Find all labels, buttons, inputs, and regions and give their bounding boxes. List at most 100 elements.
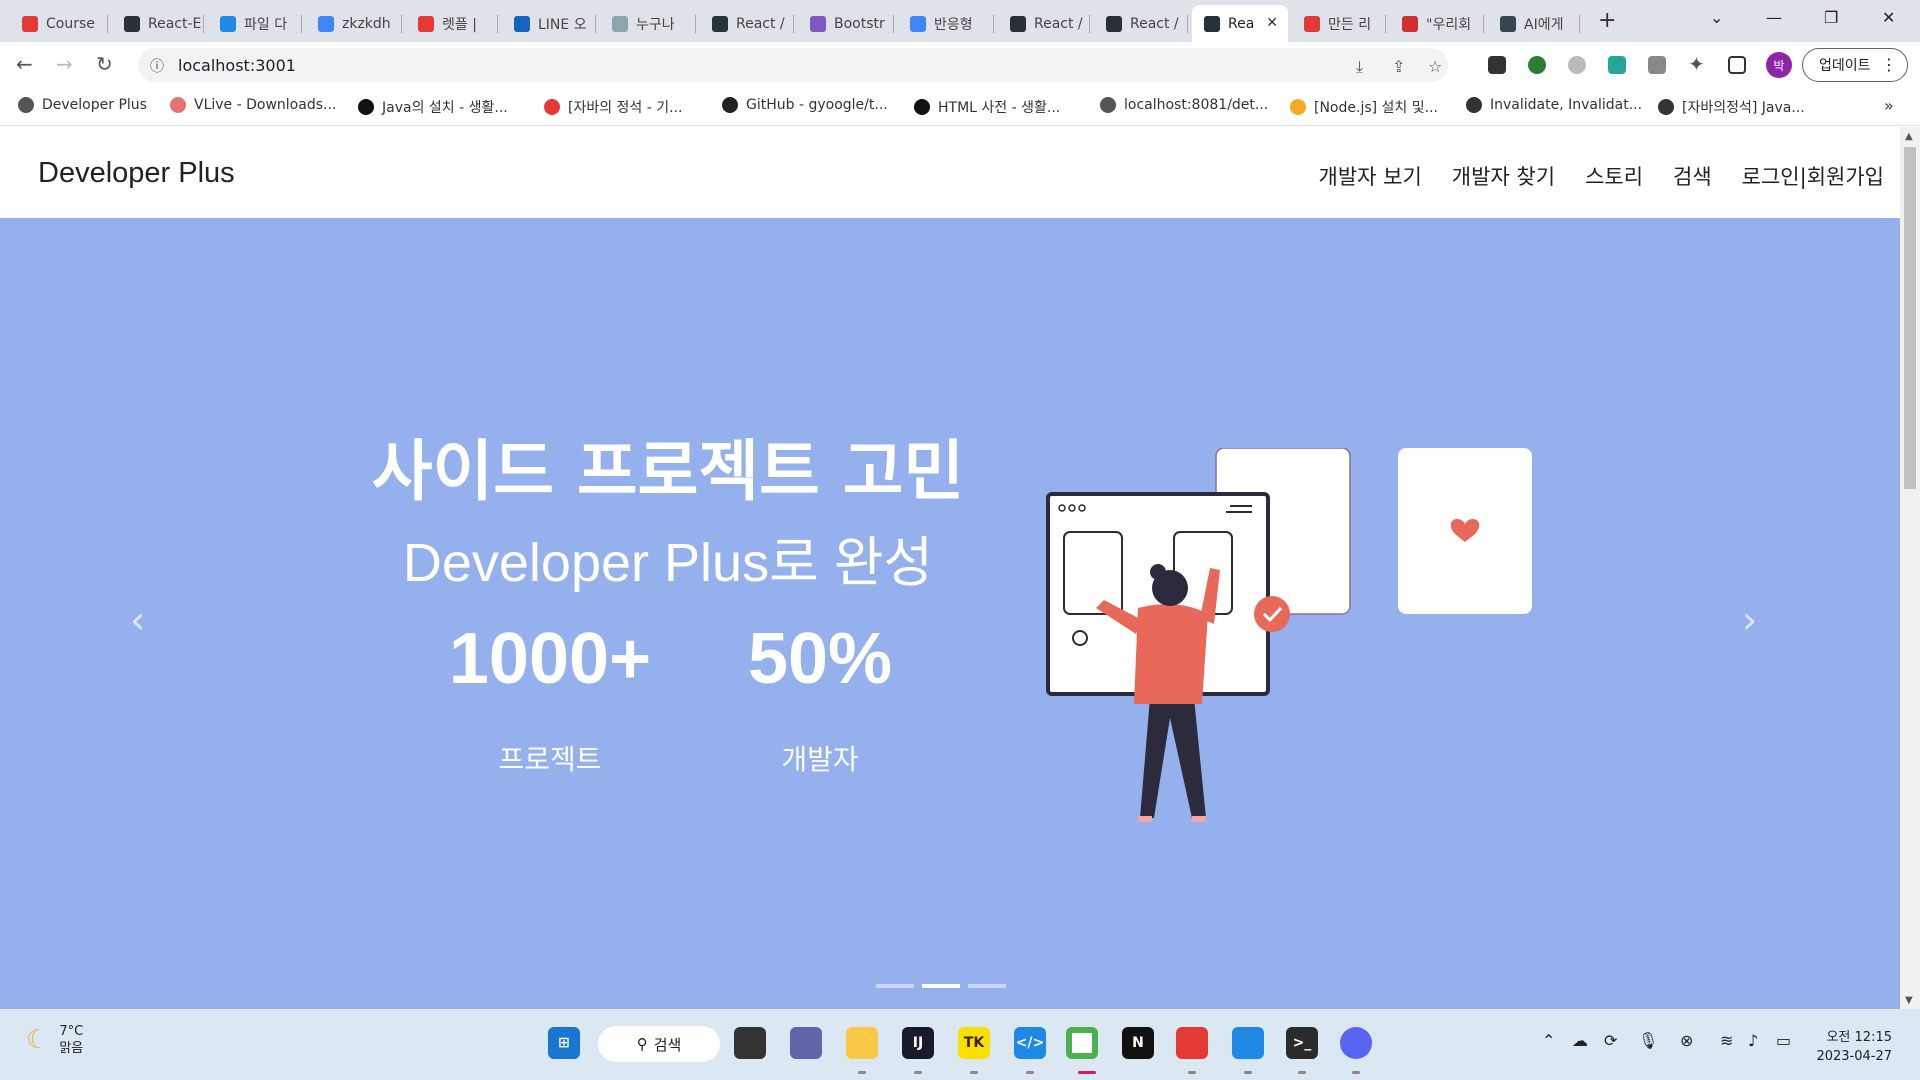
nav-item-search[interactable]: 검색 — [1673, 161, 1712, 191]
more-bookmarks-icon[interactable]: » — [1884, 96, 1894, 115]
wifi-icon[interactable]: ≋ — [1720, 1031, 1733, 1050]
kakaotalk-icon[interactable]: TK — [958, 1027, 990, 1059]
page-scrollbar[interactable]: ▲ ▼ — [1900, 127, 1920, 1009]
sync-icon[interactable]: ⟳ — [1604, 1031, 1617, 1050]
notion-icon[interactable]: N — [1122, 1027, 1154, 1059]
developer-illustration — [1046, 448, 1532, 822]
carousel-next-icon[interactable]: › — [1742, 598, 1757, 642]
browser-tab[interactable]: AI에게 — [1488, 5, 1580, 42]
file-explorer-icon[interactable] — [846, 1027, 878, 1059]
url-text[interactable]: localhost:3001 — [178, 56, 296, 75]
browser-tab[interactable]: Rea ✕ — [1192, 5, 1288, 42]
browser-tab[interactable]: React / — [998, 5, 1090, 42]
bookmark-item[interactable]: Developer Plus — [18, 97, 147, 113]
tab-separator — [1483, 15, 1484, 33]
browser-tab[interactable]: React-E — [112, 5, 204, 42]
side-panel-icon[interactable] — [1728, 56, 1746, 74]
carousel-prev-icon[interactable]: ‹ — [130, 598, 145, 642]
bookmark-item[interactable]: [자바의정석] Java... — [1658, 97, 1805, 117]
terminal-icon[interactable]: >_ — [1286, 1027, 1318, 1059]
bookmark-item[interactable]: [Node.js] 설치 및... — [1290, 97, 1438, 117]
browser-tab[interactable]: 렛플 | — [406, 5, 498, 42]
bookmark-item[interactable]: Java의 설치 - 생활... — [358, 97, 508, 117]
share-icon[interactable]: ⇪ — [1392, 57, 1405, 76]
tab-search-icon[interactable]: ⌄ — [1710, 8, 1723, 27]
extension-media-icon[interactable] — [1488, 56, 1506, 74]
scroll-down-icon[interactable]: ▼ — [1905, 995, 1913, 1006]
back-icon[interactable]: ← — [16, 52, 33, 76]
bookmark-item[interactable]: localhost:8081/det... — [1100, 97, 1268, 113]
forward-icon[interactable]: → — [56, 52, 73, 76]
clock[interactable]: 오전 12:15 2023-04-27 — [1812, 1028, 1892, 1066]
start-icon[interactable]: ⊞ — [548, 1027, 580, 1059]
browser-tab[interactable]: 만든 리 — [1292, 5, 1386, 42]
bookmark-item[interactable]: VLive - Downloads... — [170, 97, 336, 113]
browser-tab[interactable]: 반응형 — [898, 5, 994, 42]
tab-label: Course — [46, 15, 95, 32]
tab-close-icon[interactable]: ✕ — [1266, 15, 1278, 31]
acrobat-icon[interactable] — [1176, 1027, 1208, 1059]
intellij-icon[interactable]: IJ — [902, 1027, 934, 1059]
browser-tab[interactable]: React / — [700, 5, 794, 42]
tray-overflow-icon[interactable]: ⌃ — [1542, 1031, 1555, 1050]
browser-tab[interactable]: Bootstr — [798, 5, 894, 42]
vscode-icon[interactable]: </> — [1014, 1027, 1046, 1059]
bookmark-item[interactable]: [자바의 정석 - 기... — [544, 97, 683, 117]
extensions-puzzle-icon[interactable]: ✦ — [1688, 52, 1705, 76]
profile-avatar[interactable]: 박 — [1766, 52, 1792, 78]
carousel-indicator-1[interactable] — [876, 984, 914, 988]
browser-tab[interactable]: LINE 오 — [502, 5, 596, 42]
carousel-indicator-3[interactable] — [968, 984, 1006, 988]
nav-item-developers-view[interactable]: 개발자 보기 — [1319, 161, 1422, 191]
extension-camera-icon[interactable] — [1648, 56, 1666, 74]
scroll-thumb[interactable] — [1904, 147, 1916, 489]
browser-tab[interactable]: Course — [10, 5, 108, 42]
task-view-icon[interactable] — [734, 1027, 766, 1059]
taskbar-search[interactable]: ⚲ 검색 — [598, 1026, 720, 1062]
discord-icon[interactable] — [1340, 1027, 1372, 1059]
bookmark-favicon-icon — [544, 99, 560, 115]
browser-tab[interactable]: 누구나 — [600, 5, 696, 42]
site-navbar: Developer Plus 개발자 보기 개발자 찾기 스토리 검색 로그인|… — [0, 127, 1900, 218]
notepad-icon[interactable] — [1232, 1027, 1264, 1059]
site-info-icon[interactable]: ⓘ — [150, 56, 164, 76]
nav-item-login-signup[interactable]: 로그인|회원가입 — [1742, 161, 1884, 191]
app-tray-icon[interactable]: ⊗ — [1680, 1031, 1693, 1050]
carousel-indicator-2[interactable] — [922, 984, 960, 988]
taskbar-search-label: 검색 — [653, 1035, 682, 1054]
close-window-button[interactable]: ✕ — [1882, 8, 1895, 27]
reload-icon[interactable]: ↻ — [96, 52, 113, 76]
bookmark-item[interactable]: Invalidate, Invalidat... — [1466, 97, 1642, 113]
weather-widget[interactable]: ☾ 7°C 맑음 — [26, 1023, 83, 1057]
bookmark-item[interactable]: HTML 사전 - 생활... — [914, 97, 1060, 117]
bookmark-item[interactable]: GitHub - gyoogle/t... — [722, 97, 888, 113]
extension-translate-icon[interactable] — [1608, 56, 1626, 74]
new-tab-button[interactable]: + — [1598, 8, 1616, 33]
bookmark-star-icon[interactable]: ☆ — [1428, 57, 1442, 76]
nav-item-story[interactable]: 스토리 — [1585, 161, 1643, 191]
site-brand[interactable]: Developer Plus — [38, 157, 235, 190]
teams-icon[interactable] — [790, 1027, 822, 1059]
tab-favicon-icon — [1402, 15, 1418, 32]
volume-icon[interactable]: ♪ — [1748, 1031, 1758, 1050]
bookmark-favicon-icon — [358, 99, 374, 115]
scroll-up-icon[interactable]: ▲ — [1905, 131, 1913, 142]
update-button[interactable]: 업데이트 ⋮ — [1802, 48, 1908, 82]
address-bar[interactable]: ⓘ localhost:3001 ⤓ ⇪ ☆ — [138, 48, 1448, 82]
minimize-button[interactable]: — — [1766, 8, 1782, 27]
browser-tab[interactable]: zkzkdh — [306, 5, 402, 42]
battery-icon[interactable]: ▭ — [1776, 1031, 1791, 1050]
browser-tab[interactable]: React / — [1094, 5, 1188, 42]
extension-compass-icon[interactable] — [1568, 56, 1586, 74]
install-icon[interactable]: ⤓ — [1356, 57, 1363, 77]
tab-label: LINE 오 — [538, 16, 587, 33]
extension-globe-icon[interactable] — [1528, 56, 1546, 74]
tab-label: zkzkdh — [342, 15, 391, 32]
chrome-icon[interactable] — [1066, 1027, 1098, 1059]
browser-tab[interactable]: 파일 다 — [208, 5, 302, 42]
nav-item-developers-find[interactable]: 개발자 찾기 — [1452, 161, 1555, 191]
microphone-icon[interactable]: 🎙 — [1638, 1031, 1658, 1050]
maximize-button[interactable]: ❐ — [1824, 8, 1838, 27]
browser-tab[interactable]: "우리회 — [1390, 5, 1484, 42]
onedrive-icon[interactable]: ☁ — [1572, 1031, 1588, 1050]
